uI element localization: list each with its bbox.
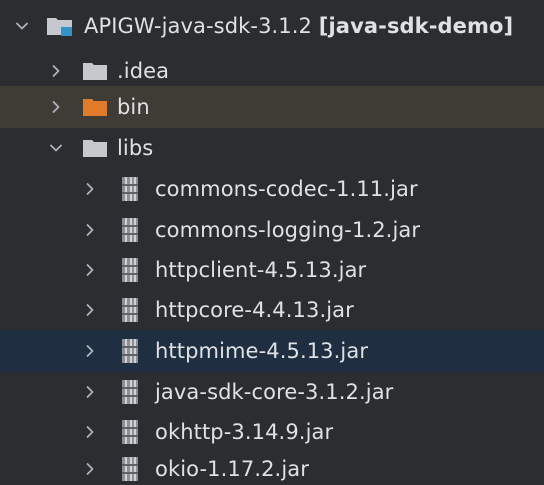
folder-label-idea: .idea [117, 59, 170, 83]
chevron-right-icon[interactable] [80, 422, 100, 442]
jar-icon [120, 256, 140, 284]
chevron-right-icon[interactable] [80, 341, 100, 361]
jar-icon [120, 378, 140, 406]
tree-row-jar[interactable]: commons-logging-1.2.jar [0, 210, 544, 250]
tree-row-idea[interactable]: .idea [0, 51, 544, 91]
chevron-right-icon[interactable] [46, 61, 66, 81]
tree-row-root[interactable]: APIGW-java-sdk-3.1.2 [java-sdk-demo] [0, 6, 544, 46]
chevron-right-icon[interactable] [80, 260, 100, 280]
tree-row-jar[interactable]: commons-codec-1.11.jar [0, 169, 544, 209]
tree-row-bin[interactable]: bin [0, 86, 544, 128]
folder-label-bin: bin [117, 95, 150, 119]
jar-label: httpcore-4.4.13.jar [155, 298, 354, 322]
tree-row-jar[interactable]: okhttp-3.14.9.jar [0, 412, 544, 452]
tree-row-jar-selected[interactable]: httpmime-4.5.13.jar [0, 330, 544, 372]
jar-label: commons-logging-1.2.jar [155, 218, 421, 242]
folder-icon [82, 61, 108, 81]
jar-label: httpmime-4.5.13.jar [155, 339, 369, 363]
jar-icon [120, 296, 140, 324]
chevron-right-icon[interactable] [80, 220, 100, 240]
root-name: APIGW-java-sdk-3.1.2 [84, 14, 313, 38]
jar-label: java-sdk-core-3.1.2.jar [155, 380, 394, 404]
jar-icon [120, 337, 140, 365]
chevron-right-icon[interactable] [46, 97, 66, 117]
jar-icon [120, 455, 140, 483]
chevron-down-icon[interactable] [46, 138, 66, 158]
tree-row-libs[interactable]: libs [0, 128, 544, 168]
folder-icon [82, 138, 108, 158]
module-folder-icon [46, 15, 74, 37]
jar-label: commons-codec-1.11.jar [155, 177, 418, 201]
jar-label: okio-1.17.2.jar [155, 457, 309, 481]
tree-row-jar[interactable]: okio-1.17.2.jar [0, 449, 544, 485]
tree-row-jar[interactable]: httpcore-4.4.13.jar [0, 290, 544, 330]
chevron-right-icon[interactable] [80, 382, 100, 402]
root-label: APIGW-java-sdk-3.1.2 [java-sdk-demo] [84, 6, 513, 46]
project-tree: APIGW-java-sdk-3.1.2 [java-sdk-demo] .id… [0, 0, 544, 485]
chevron-down-icon[interactable] [12, 16, 32, 36]
chevron-right-icon[interactable] [80, 179, 100, 199]
excluded-folder-icon [82, 97, 108, 117]
tree-row-jar[interactable]: httpclient-4.5.13.jar [0, 250, 544, 290]
jar-icon [120, 216, 140, 244]
chevron-right-icon[interactable] [80, 459, 100, 479]
chevron-right-icon[interactable] [80, 300, 100, 320]
jar-icon [120, 418, 140, 446]
root-module-name: [java-sdk-demo] [318, 14, 514, 38]
tree-row-jar[interactable]: java-sdk-core-3.1.2.jar [0, 372, 544, 412]
jar-icon [120, 175, 140, 203]
jar-label: okhttp-3.14.9.jar [155, 420, 334, 444]
jar-label: httpclient-4.5.13.jar [155, 258, 367, 282]
folder-label-libs: libs [117, 136, 154, 160]
